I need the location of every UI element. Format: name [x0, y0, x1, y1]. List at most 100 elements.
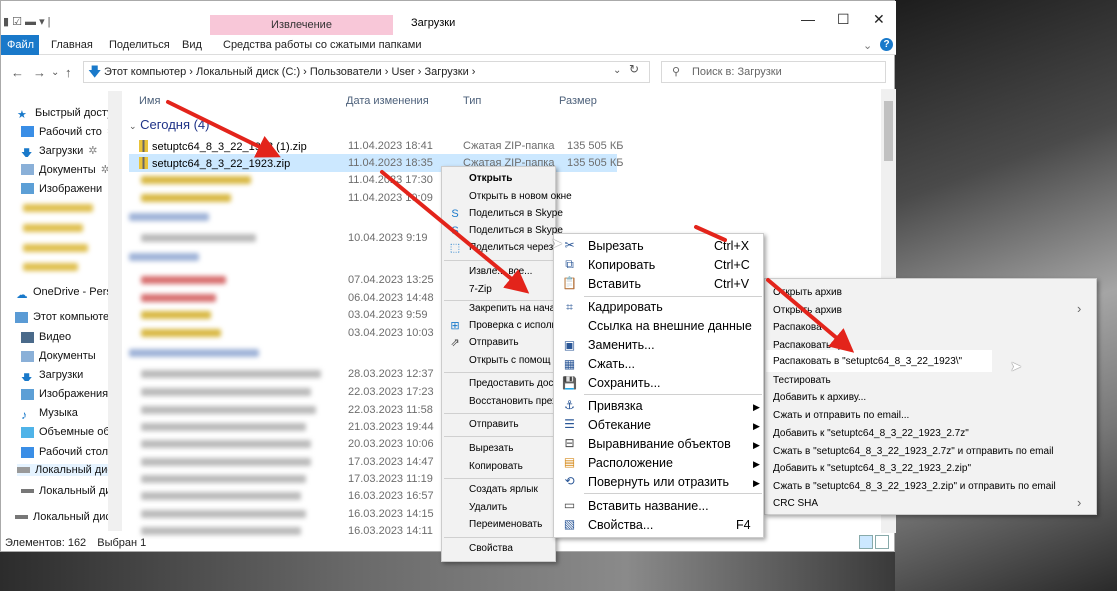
nav-this-pc[interactable]: Этот компьютер: [15, 311, 121, 323]
menu-send[interactable]: Отправить: [469, 337, 519, 348]
window-title: Загрузки: [411, 17, 456, 29]
zip-open-archive-sub[interactable]: Открыть архив: [773, 305, 842, 316]
blurred-group-header: [129, 349, 259, 357]
zip-crc-sha[interactable]: CRC SHA: [773, 498, 818, 509]
img-paste[interactable]: Вставить: [588, 277, 641, 291]
nav-local-disk-c[interactable]: Локальный дис: [17, 464, 113, 476]
submenu-arrow-icon: ▶: [753, 440, 760, 450]
menu-separator: [444, 300, 554, 301]
minimize-button[interactable]: —: [801, 11, 815, 27]
menu-scan[interactable]: Проверка с исполь: [469, 320, 557, 331]
quick-access-toolbar[interactable]: ▮ ☑ ▬ ▾ |: [3, 15, 51, 28]
tab-view[interactable]: Вид: [182, 39, 202, 51]
column-name[interactable]: Имя: [139, 95, 160, 107]
anchor-icon: ⚓: [564, 398, 575, 412]
menu-cut[interactable]: Вырезать: [469, 443, 513, 454]
img-save[interactable]: Сохранить...: [588, 376, 661, 390]
menu-copy[interactable]: Копировать: [469, 461, 523, 472]
back-arrow-icon[interactable]: ←: [11, 65, 24, 80]
img-align[interactable]: Выравнивание объектов: [588, 437, 731, 451]
zip-add-zip[interactable]: Добавить к "setuptc64_8_3_22_1923_2.zip": [773, 463, 971, 474]
img-compress[interactable]: Сжать...: [588, 357, 635, 371]
menu-share-via[interactable]: Поделиться через: [469, 242, 553, 253]
details-view-icon[interactable]: [859, 535, 873, 549]
tab-share[interactable]: Поделиться: [109, 39, 170, 51]
menu-separator: [444, 260, 554, 261]
column-type[interactable]: Тип: [463, 95, 481, 107]
menu-grant-access[interactable]: Предоставить дост: [469, 378, 558, 389]
menu-pin-start[interactable]: Закрепить на нача: [469, 303, 555, 314]
zip-folder-icon: [139, 140, 148, 152]
img-crop[interactable]: Кадрировать: [588, 300, 663, 314]
drive-icon: [21, 489, 34, 493]
zip-compress-email[interactable]: Сжать и отправить по email...: [773, 410, 909, 421]
nav-onedrive[interactable]: ☁ OneDrive - Persor: [15, 286, 121, 298]
zip-add-to-archive[interactable]: Добавить к архиву...: [773, 392, 866, 403]
7zip-submenu: Открыть архив Открыть архив › Распакова …: [764, 278, 1097, 515]
img-properties[interactable]: Свойства...: [588, 518, 653, 532]
column-date[interactable]: Дата изменения: [346, 95, 429, 107]
tab-file[interactable]: Файл: [1, 35, 39, 55]
blurred-group-header: [129, 253, 199, 261]
img-cut[interactable]: Вырезать: [588, 239, 644, 253]
tab-home[interactable]: Главная: [51, 39, 93, 51]
zip-add-7z[interactable]: Добавить к "setuptc64_8_3_22_1923_2.7z": [773, 428, 969, 439]
tiles-view-icon[interactable]: [875, 535, 889, 549]
zip-test[interactable]: Тестировать: [773, 375, 831, 386]
menu-rename[interactable]: Переименовать: [469, 519, 542, 530]
address-path: Этот компьютер › Локальный диск (C:) › П…: [104, 66, 476, 78]
refresh-icon[interactable]: ↻: [629, 62, 639, 76]
crop-icon: ⌗: [566, 300, 573, 314]
table-row[interactable]: setuptc64_8_3_22_1923 (1).zip 11.04.2023…: [129, 137, 881, 155]
img-anchor[interactable]: Привязка: [588, 399, 643, 413]
menu-properties[interactable]: Свойства: [469, 543, 513, 554]
zip-extract-to-folder[interactable]: Распаковать в "setuptc64_8_3_22_1923\": [773, 356, 962, 367]
menu-share-skype-2[interactable]: Поделиться в Skype: [469, 225, 563, 236]
zip-extract[interactable]: Распакова: [773, 322, 822, 333]
menu-send-to[interactable]: Отправить: [469, 419, 519, 430]
paste-icon: 📋: [562, 276, 577, 290]
document-icon: [21, 164, 34, 175]
nav-scrollbar[interactable]: [108, 91, 122, 531]
scissors-icon: ✂: [564, 238, 575, 252]
group-header-today[interactable]: ⌄ Сегодня (4): [129, 117, 210, 132]
recent-dropdown-icon[interactable]: ⌄: [51, 67, 59, 78]
zip-extract-here[interactable]: Распаковать зде: [773, 340, 850, 351]
img-replace[interactable]: Заменить...: [588, 338, 655, 352]
img-arrange[interactable]: Расположение: [588, 456, 673, 470]
img-insert-caption[interactable]: Вставить название...: [588, 499, 709, 513]
zip-compress-zip-email[interactable]: Сжать в "setuptc64_8_3_22_1923_2.zip" и …: [773, 481, 1056, 492]
forward-arrow-icon[interactable]: →: [33, 65, 46, 80]
nav-local-disk-3[interactable]: Локальный диск: [15, 511, 121, 523]
menu-7zip[interactable]: 7-Zip: [469, 284, 492, 295]
submenu-arrow-icon: ▶: [753, 478, 760, 488]
menu-open[interactable]: Открыть: [469, 173, 512, 184]
desktop-icon: [21, 446, 34, 458]
close-button[interactable]: ✕: [873, 11, 885, 28]
menu-open-with[interactable]: Открыть с помощ: [469, 355, 550, 366]
zip-open-archive[interactable]: Открыть архив: [773, 287, 842, 298]
search-input[interactable]: ⚲ Поиск в: Загрузки: [661, 61, 886, 83]
maximize-button[interactable]: ☐: [837, 11, 850, 28]
help-icon[interactable]: ?: [880, 38, 893, 51]
chevron-down-icon[interactable]: ⌄: [863, 39, 872, 52]
address-bar[interactable]: 🡇 Этот компьютер › Локальный диск (C:) ›…: [83, 61, 650, 83]
save-icon: 💾: [562, 376, 577, 390]
address-dropdown-icon[interactable]: ⌄: [613, 65, 621, 76]
zip-compress-7z-email[interactable]: Сжать в "setuptc64_8_3_22_1923_2.7z" и о…: [773, 446, 1054, 457]
img-external-link[interactable]: Ссылка на внешние данные: [588, 319, 752, 333]
menu-open-new-window[interactable]: Открыть в новом окне: [469, 191, 572, 202]
img-rotate[interactable]: Повернуть или отразить: [588, 475, 729, 489]
menu-delete[interactable]: Удалить: [469, 502, 507, 513]
img-copy[interactable]: Копировать: [588, 258, 655, 272]
column-size[interactable]: Размер: [559, 95, 597, 107]
contextual-tab-header: Извлечение: [210, 15, 393, 35]
img-wrap[interactable]: Обтекание: [588, 418, 651, 432]
caption-icon: ▭: [563, 498, 576, 512]
menu-extract-all[interactable]: Извле... все...: [469, 266, 532, 277]
tab-compressed-tools[interactable]: Средства работы со сжатыми папками: [223, 39, 421, 51]
menu-create-shortcut[interactable]: Создать ярлык: [469, 484, 538, 495]
menu-share-skype[interactable]: Поделиться в Skype: [469, 208, 563, 219]
up-arrow-icon[interactable]: ↑: [65, 65, 72, 80]
menu-restore[interactable]: Восстановить прех: [469, 396, 557, 407]
